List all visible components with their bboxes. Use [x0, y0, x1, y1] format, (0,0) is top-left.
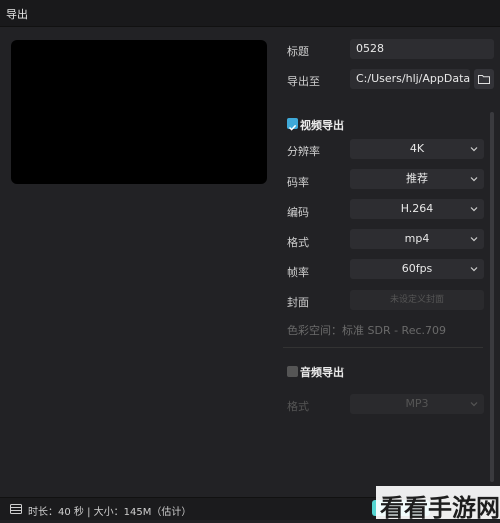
export-path-input[interactable]: C:/Users/hlj/AppData...	[350, 69, 470, 89]
chevron-down-icon	[470, 402, 478, 407]
watermark: 看看手游网	[376, 486, 500, 522]
chevron-down-icon	[470, 267, 478, 272]
framerate-value: 60fps	[401, 262, 433, 275]
framerate-select[interactable]: 60fps	[350, 259, 484, 279]
dialog-header: 导出	[0, 0, 500, 27]
browse-folder-button[interactable]	[474, 69, 494, 89]
framerate-label: 帧率	[287, 266, 309, 279]
scrollbar[interactable]	[490, 112, 494, 482]
video-info-icon[interactable]: ·	[342, 117, 345, 128]
chevron-down-icon	[470, 207, 478, 212]
duration-size-info: 时长：40 秒 | 大小：145M（估计）	[28, 507, 192, 518]
codec-select[interactable]: H.264	[350, 199, 484, 219]
section-divider	[283, 347, 483, 348]
folder-icon	[478, 75, 490, 84]
dialog-title: 导出	[6, 8, 28, 21]
color-space-text: 色彩空间：标准 SDR - Rec.709	[287, 324, 447, 337]
format-select[interactable]: mp4	[350, 229, 484, 249]
audio-info-icon[interactable]: ·	[342, 364, 345, 375]
check-icon	[288, 124, 297, 131]
format-label: 格式	[287, 236, 309, 249]
watermark-text: 看看手游网	[380, 494, 500, 522]
cover-label: 封面	[287, 296, 309, 309]
codec-value: H.264	[400, 202, 434, 215]
audio-export-checkbox[interactable]	[287, 366, 298, 377]
chevron-down-icon	[470, 237, 478, 242]
chevron-down-icon	[470, 147, 478, 152]
export-path-label: 导出至	[287, 75, 320, 88]
bitrate-select[interactable]: 推荐	[350, 169, 484, 189]
audio-export-title: 音频导出	[300, 366, 344, 379]
resolution-label: 分辨率	[287, 145, 320, 158]
bitrate-value: 推荐	[406, 172, 428, 185]
title-input[interactable]: 0528	[350, 39, 494, 59]
chevron-down-icon	[470, 177, 478, 182]
film-icon	[10, 504, 22, 514]
audio-format-label: 格式	[287, 400, 309, 413]
audio-format-select[interactable]: MP3	[350, 394, 484, 414]
cover-button[interactable]: 未设定义封面	[350, 290, 484, 310]
video-preview	[11, 40, 267, 184]
title-label: 标题	[287, 45, 309, 58]
video-export-title: 视频导出	[300, 119, 344, 132]
codec-label: 编码	[287, 206, 309, 219]
resolution-select[interactable]: 4K	[350, 139, 484, 159]
audio-format-value: MP3	[405, 397, 429, 410]
bitrate-label: 码率	[287, 176, 309, 189]
video-export-checkbox[interactable]	[287, 118, 298, 131]
resolution-value: 4K	[409, 142, 425, 155]
format-value: mp4	[404, 232, 430, 245]
